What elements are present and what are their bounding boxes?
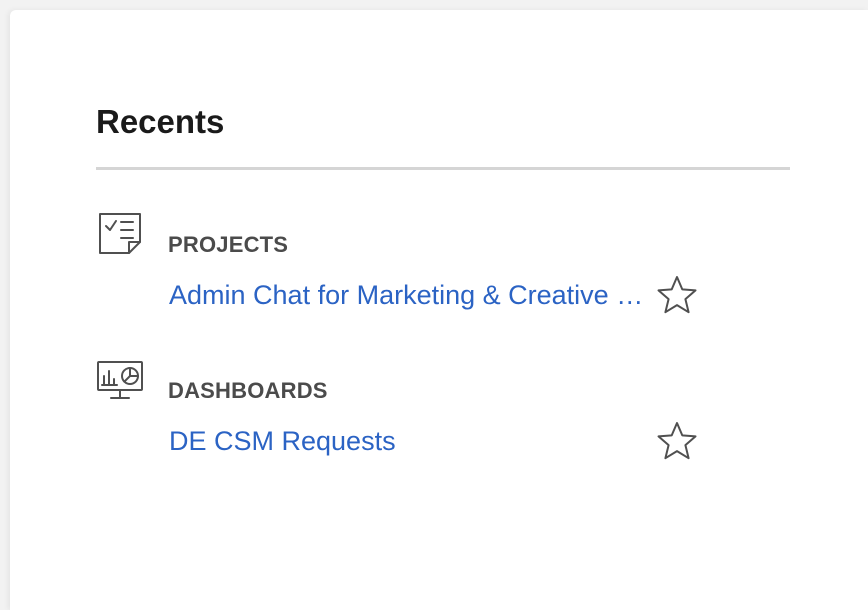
favorite-star-button[interactable] — [656, 420, 698, 462]
recent-project-link[interactable]: Admin Chat for Marketing & Creative Requ… — [169, 278, 655, 312]
recent-dashboard-link[interactable]: DE CSM Requests — [169, 424, 655, 458]
recents-panel: Recents PROJECTS Admin Chat for Marketin… — [10, 10, 868, 610]
favorite-star-button[interactable] — [656, 274, 698, 316]
star-icon — [656, 274, 698, 316]
dashboard-monitor-icon — [96, 356, 144, 404]
projects-section-label: PROJECTS — [168, 232, 289, 257]
star-icon — [656, 420, 698, 462]
project-checklist-icon — [96, 210, 144, 258]
dashboards-section-label: DASHBOARDS — [168, 378, 328, 403]
recents-title: Recents — [96, 103, 225, 140]
dashboards-section: DASHBOARDS DE CSM Requests — [96, 356, 716, 460]
recents-divider — [96, 167, 790, 170]
projects-section: PROJECTS Admin Chat for Marketing & Crea… — [96, 210, 716, 314]
